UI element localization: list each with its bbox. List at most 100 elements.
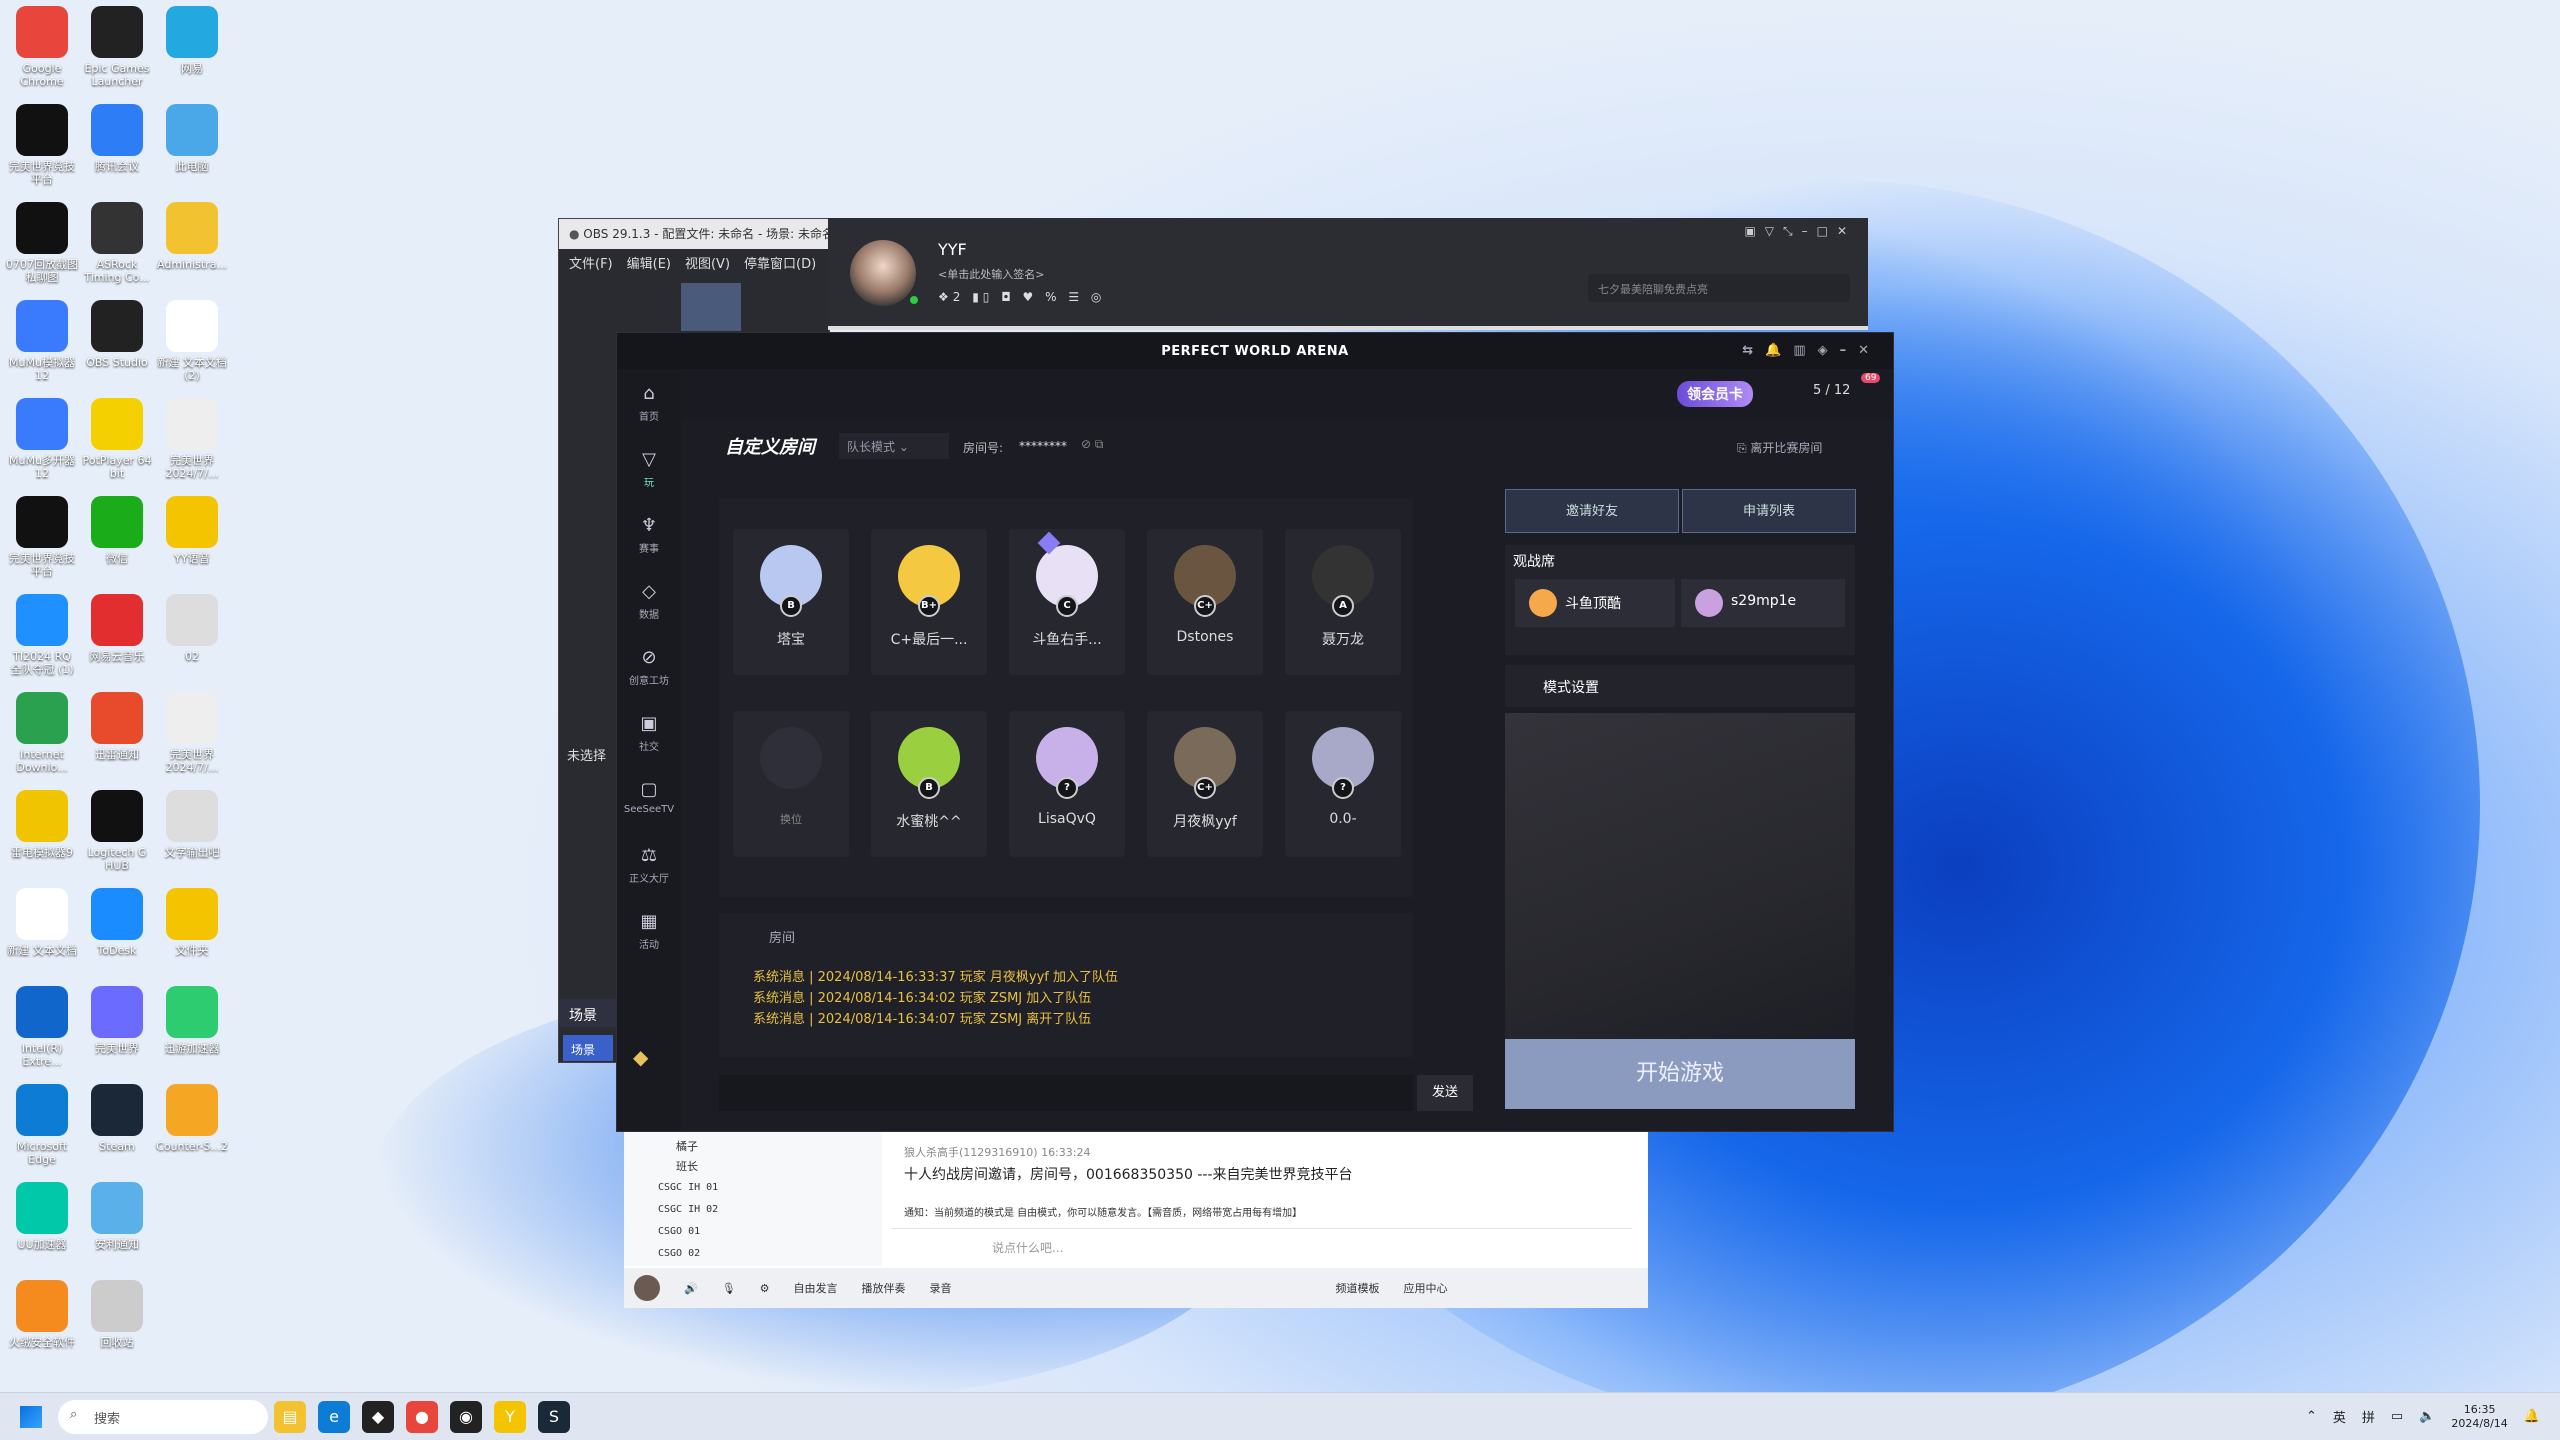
desktop-icon[interactable]: Intel(R) Extre... xyxy=(6,986,78,1068)
sidebar-item[interactable]: ▦ 活动 xyxy=(617,897,681,963)
tab-room[interactable]: 房间 xyxy=(769,927,795,946)
sidebar-item[interactable]: ♆ 赛事 xyxy=(617,501,681,567)
friend-count[interactable]: 5 / 12 xyxy=(1813,383,1850,398)
desktop-icon[interactable]: Administra... xyxy=(156,202,228,271)
yy-signature[interactable]: <单击此处输入签名> xyxy=(938,266,1044,282)
pwa-titlebar[interactable]: PERFECT WORLD ARENA ⇆🔔▥◈–✕ xyxy=(617,333,1893,369)
yy-window-controls[interactable]: ▣▽⤡–□✕ xyxy=(1744,224,1856,239)
player-slot[interactable]: ? 0.0- xyxy=(1285,711,1401,857)
desktop-icon[interactable]: 迅游加速器 xyxy=(156,986,228,1055)
accompany-button[interactable]: 播放伴奏 xyxy=(862,1280,906,1296)
app-center-button[interactable]: 应用中心 xyxy=(1404,1280,1448,1296)
free-speech-button[interactable]: 自由发言 xyxy=(794,1280,838,1296)
copy-icon[interactable]: ⊘ ⧉ xyxy=(1081,437,1103,452)
taskbar-search[interactable]: ⌕ 搜索 xyxy=(58,1399,268,1434)
start-game-button[interactable]: 开始游戏 xyxy=(1505,1039,1855,1109)
yy-chat-window[interactable]: 橘子 班长 CSGC IH 01 CSGC IH 02 CSGO 01 CSGO… xyxy=(624,1132,1648,1308)
apply-list-button[interactable]: 申请列表 xyxy=(1682,489,1856,533)
obs-menu-view[interactable]: 视图(V) xyxy=(685,253,730,272)
player-slot[interactable]: B 塔宝 xyxy=(733,529,849,675)
vip-badge[interactable]: 领会员卡 xyxy=(1677,381,1753,407)
desktop-icon[interactable]: UU加速器 xyxy=(6,1182,78,1251)
start-icon[interactable] xyxy=(20,1405,42,1428)
chrome-icon[interactable]: ● xyxy=(406,1400,438,1433)
tree-item[interactable]: CSGC IH 02 xyxy=(658,1204,718,1215)
sidebar-item[interactable]: ⌂ 首页 xyxy=(617,369,681,435)
desktop-icon[interactable]: 完美世界竞技平台 xyxy=(6,104,78,186)
desktop-icon[interactable]: 腾讯会议 xyxy=(81,104,153,173)
player-slot[interactable]: 换位 xyxy=(733,711,849,857)
desktop-icon[interactable]: ToDesk xyxy=(81,888,153,957)
desktop-icon[interactable]: 迅雷通知 xyxy=(81,692,153,761)
sidebar-item[interactable]: ◇ 数据 xyxy=(617,567,681,633)
desktop-icon[interactable]: 完美世界 2024/7/... xyxy=(156,692,228,774)
obs-titlebar[interactable]: ● OBS 29.1.3 - 配置文件: 未命名 - 场景: 未命名 xyxy=(559,219,829,249)
desktop-icon[interactable]: 文字输出吧 xyxy=(156,790,228,859)
volume-icon[interactable]: 🔈 xyxy=(2419,1409,2435,1424)
desktop-icon[interactable]: PotPlayer 64 bit xyxy=(81,398,153,480)
record-button[interactable]: 录音 xyxy=(930,1280,952,1296)
yy-search-input[interactable]: 七夕最美陪聊免费点亮 xyxy=(1588,274,1850,302)
network-icon[interactable]: ▭ xyxy=(2391,1409,2403,1424)
sidebar-item[interactable]: ▢ SeeSeeTV xyxy=(617,765,681,831)
sidebar-item[interactable]: ▽ 玩 xyxy=(617,435,681,501)
player-slot[interactable]: B+ C+最后一... xyxy=(871,529,987,675)
desktop-icon[interactable]: 雷电模拟器9 xyxy=(6,790,78,859)
desktop-icon[interactable]: Internet Downlo... xyxy=(6,692,78,774)
desktop-icon[interactable]: 网易云音乐 xyxy=(81,594,153,663)
player-slot[interactable]: A 聂万龙 xyxy=(1285,529,1401,675)
desktop-icon[interactable]: 安利通知 xyxy=(81,1182,153,1251)
speaker-icon[interactable]: 🔊 xyxy=(684,1282,698,1295)
tree-item[interactable]: 橘子 xyxy=(676,1138,698,1154)
desktop-icon[interactable]: 0707回放截图 私聊图 xyxy=(6,202,78,284)
desktop-icon[interactable]: 回收站 xyxy=(81,1280,153,1349)
desktop-icon[interactable]: Epic Games Launcher xyxy=(81,6,153,88)
desktop-icon[interactable]: TI2024 RQ 全队夺冠 (1) xyxy=(6,594,78,676)
desktop-icon[interactable]: MuMu模拟器12 xyxy=(6,300,78,382)
obs-menu-edit[interactable]: 编辑(E) xyxy=(627,253,671,272)
obs-scene-item[interactable]: 场景 xyxy=(563,1035,613,1061)
desktop-icon[interactable]: 微信 xyxy=(81,496,153,565)
chat-input[interactable] xyxy=(719,1075,1413,1111)
desktop-icon[interactable]: 完美世界竞技平台 xyxy=(6,496,78,578)
pwa-taskbar-icon[interactable]: ◆ xyxy=(362,1400,394,1433)
desktop-icon[interactable]: 文件夹 xyxy=(156,888,228,957)
sidebar-item[interactable]: ⊘ 创意工坊 xyxy=(617,633,681,699)
pwa-window-controls[interactable]: ⇆🔔▥◈–✕ xyxy=(1742,343,1881,358)
obs-menu-dock[interactable]: 停靠窗口(D) xyxy=(744,253,816,272)
file-explorer-icon[interactable]: ▤ xyxy=(274,1400,306,1433)
mixer-icon[interactable]: ⚙ xyxy=(760,1282,770,1295)
desktop-icon[interactable]: 新建 文本文档 xyxy=(6,888,78,957)
desktop-icon[interactable]: Steam xyxy=(81,1084,153,1153)
yy-taskbar-icon[interactable]: Y xyxy=(494,1400,526,1433)
pwa-window[interactable]: PERFECT WORLD ARENA ⇆🔔▥◈–✕ ‹ › 领会员卡 5 / … xyxy=(616,332,1894,1132)
desktop-icon[interactable]: 新建 文本文档 (2) xyxy=(156,300,228,382)
desktop-icon[interactable]: ASRock Timing Co... xyxy=(81,202,153,284)
desktop-icon[interactable]: OBS Studio xyxy=(81,300,153,369)
mode-settings[interactable]: 模式设置 xyxy=(1505,665,1855,707)
obs-taskbar-icon[interactable]: ◉ xyxy=(450,1400,482,1433)
desktop-icon[interactable]: 此电脑 xyxy=(156,104,228,173)
sidebar-item[interactable]: ⚖ 正义大厅 xyxy=(617,831,681,897)
desktop-icon[interactable]: Counter-S...2 xyxy=(156,1084,228,1153)
notification-icon[interactable]: 🔔 xyxy=(2524,1409,2540,1424)
player-slot[interactable]: ? LisaQvQ xyxy=(1009,711,1125,857)
tree-item[interactable]: 班长 xyxy=(676,1158,698,1174)
desktop-icon[interactable]: Microsoft Edge xyxy=(6,1084,78,1166)
avatar[interactable] xyxy=(850,240,916,306)
mode-select[interactable]: 队长模式 ⌄ xyxy=(839,433,949,459)
desktop-icon[interactable]: Logitech G HUB xyxy=(81,790,153,872)
desktop-icon[interactable]: 网易 xyxy=(156,6,228,75)
desktop-icon[interactable]: MuMu多开器12 xyxy=(6,398,78,480)
ime-mode[interactable]: 英 xyxy=(2333,1407,2346,1426)
desktop-icon[interactable]: 完美世界 2024/7/... xyxy=(156,398,228,480)
steam-taskbar-icon[interactable]: S xyxy=(538,1400,570,1433)
desktop-icon[interactable]: 火绒安全软件 xyxy=(6,1280,78,1349)
ime-pinyin[interactable]: 拼 xyxy=(2362,1407,2375,1426)
player-slot[interactable]: C 斗鱼右手... xyxy=(1009,529,1125,675)
desktop-icon[interactable]: Google Chrome xyxy=(6,6,78,88)
channel-template-button[interactable]: 频道模板 xyxy=(1336,1280,1380,1296)
obs-menu-file[interactable]: 文件(F) xyxy=(569,253,613,272)
invite-friends-button[interactable]: 邀请好友 xyxy=(1505,489,1679,533)
edge-icon[interactable]: e xyxy=(318,1400,350,1433)
